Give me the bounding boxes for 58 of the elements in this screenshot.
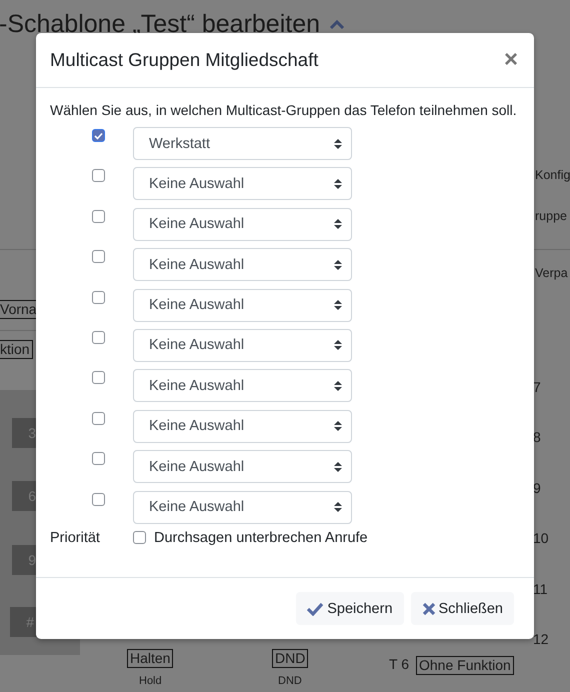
function-label: DND	[272, 649, 308, 668]
group-select[interactable]: Keine Auswahl	[133, 167, 352, 200]
function-label: Ohne Funktion	[416, 656, 514, 675]
spinner-icon	[334, 178, 342, 190]
key-number: 7	[533, 379, 541, 395]
group-select[interactable]: Keine Auswahl	[133, 288, 352, 322]
checkbox[interactable]	[92, 412, 105, 425]
spinner-icon	[334, 380, 342, 392]
spinner-icon	[334, 339, 342, 352]
checkbox[interactable]	[92, 210, 105, 223]
key-number: 11	[533, 580, 548, 597]
checkbox[interactable]	[92, 371, 105, 384]
close-icon	[422, 602, 436, 616]
key-number: 12	[533, 631, 549, 647]
column-label: ruppe	[535, 209, 567, 223]
caret-icon[interactable]	[329, 19, 345, 29]
field-label: ktion	[0, 340, 33, 359]
close-button[interactable]: ×	[502, 49, 520, 71]
column-label: Konfig	[535, 168, 570, 182]
spinner-icon	[334, 258, 342, 271]
key-number: T 6	[389, 656, 409, 672]
spinner-icon	[334, 299, 342, 312]
checkbox[interactable]	[92, 250, 105, 264]
group-select[interactable]: Keine Auswahl	[133, 490, 352, 524]
group-select[interactable]: Keine Auswahl	[133, 450, 352, 484]
checkbox[interactable]	[92, 129, 105, 142]
close-button[interactable]: Schließen	[410, 592, 514, 625]
dialog-title: Multicast Gruppen Mitgliedschaft	[50, 49, 318, 71]
group-select[interactable]: Keine Auswahl	[133, 208, 352, 241]
instruction-text: Wählen Sie aus, in welchen Multicast-Gruppen das Telefon teilnehmen soll.	[50, 101, 518, 119]
checkbox[interactable]	[92, 492, 105, 506]
priority-label: Priorität	[50, 530, 101, 546]
key-number: 8	[533, 429, 541, 446]
checkbox[interactable]	[92, 169, 105, 182]
checkbox[interactable]	[133, 531, 146, 544]
page-title: -Schablone „Test“ bearbeiten	[0, 10, 320, 39]
key-number: 9	[533, 480, 541, 496]
check-icon	[307, 602, 324, 616]
group-select[interactable]: Keine Auswahl	[133, 410, 352, 443]
column-label: Verpa	[535, 266, 568, 280]
spinner-icon	[334, 420, 342, 432]
function-caption: Hold	[139, 675, 162, 687]
group-select[interactable]: Keine Auswahl	[133, 369, 352, 402]
function-label: Halten	[127, 649, 174, 668]
group-select[interactable]: Keine Auswahl	[133, 328, 352, 362]
save-button[interactable]: Speichern	[296, 592, 404, 625]
checkbox[interactable]	[92, 330, 105, 344]
spinner-icon	[334, 218, 342, 230]
spinner-icon	[334, 138, 342, 150]
group-select[interactable]: Werkstatt	[133, 127, 352, 160]
spinner-icon	[334, 460, 342, 473]
spinner-icon	[334, 501, 342, 514]
checkbox-label[interactable]: Durchsagen unterbrechen Anrufe	[154, 530, 368, 546]
key-number: 10	[533, 530, 549, 546]
function-caption: DND	[278, 675, 302, 687]
checkbox[interactable]	[92, 290, 105, 304]
group-select[interactable]: Keine Auswahl	[133, 248, 352, 282]
checkbox[interactable]	[92, 452, 105, 466]
